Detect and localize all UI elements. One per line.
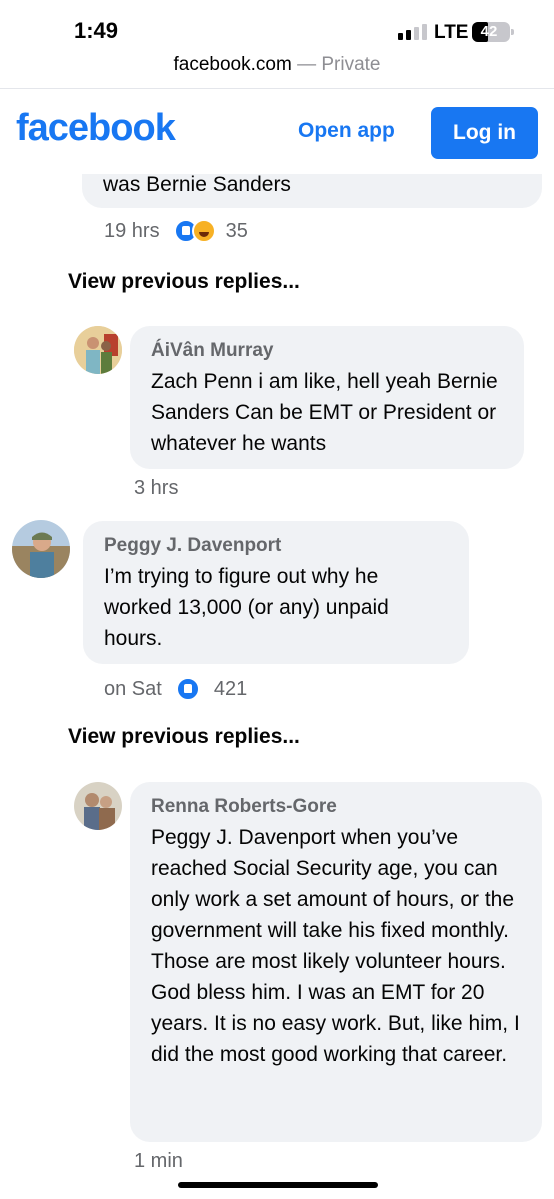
- comment-thread: was Bernie Sanders 19 hrs 35 View previo…: [0, 174, 554, 1199]
- reaction-count[interactable]: 421: [214, 678, 247, 701]
- avatar[interactable]: [74, 782, 122, 830]
- comment-meta: 1 min: [134, 1150, 183, 1173]
- like-reaction-icon: [175, 677, 200, 701]
- comment-text: I’m trying to figure out why he worked 1…: [104, 565, 389, 650]
- comment-meta: on Sat 421: [104, 677, 247, 701]
- cell-signal-icon: [398, 24, 427, 40]
- comment-meta: 19 hrs 35: [104, 219, 248, 243]
- url-host: facebook.com: [173, 54, 292, 75]
- network-type: LTE: [434, 22, 469, 43]
- reaction-icons[interactable]: [173, 219, 216, 243]
- reaction-icons[interactable]: [175, 677, 200, 701]
- avatar[interactable]: [12, 520, 70, 578]
- login-button[interactable]: Log in: [431, 107, 538, 159]
- status-time: 1:49: [74, 18, 119, 43]
- comment-bubble: was Bernie Sanders: [82, 174, 542, 208]
- status-bar: 1:49 LTE 42: [0, 0, 554, 56]
- view-previous-replies-link[interactable]: View previous replies...: [68, 270, 300, 294]
- comment-time[interactable]: on Sat: [104, 678, 162, 701]
- comment-bubble: ÁiVân Murray Zach Penn i am like, hell y…: [130, 326, 524, 469]
- battery-icon: 42: [472, 22, 514, 42]
- facebook-header: facebook Open app Log in: [0, 88, 554, 174]
- comment-time[interactable]: 3 hrs: [134, 477, 178, 500]
- battery-level: 42: [480, 23, 498, 40]
- view-previous-replies-link[interactable]: View previous replies...: [68, 725, 300, 749]
- comment-time[interactable]: 1 min: [134, 1150, 183, 1173]
- open-app-link[interactable]: Open app: [298, 119, 395, 143]
- comment-author[interactable]: ÁiVân Murray: [151, 340, 503, 362]
- browser-url-bar[interactable]: facebook.com — Private: [0, 54, 554, 76]
- facebook-logo[interactable]: facebook: [16, 107, 176, 150]
- comment-meta: 3 hrs: [134, 477, 178, 500]
- avatar[interactable]: [74, 326, 122, 374]
- comment-author[interactable]: Peggy J. Davenport: [104, 535, 448, 557]
- reaction-count[interactable]: 35: [226, 220, 248, 243]
- home-indicator[interactable]: [178, 1182, 378, 1188]
- comment-bubble: Renna Roberts-Gore Peggy J. Davenport wh…: [130, 782, 542, 1142]
- comment-time[interactable]: 19 hrs: [104, 220, 160, 243]
- comment-text: Zach Penn i am like, hell yeah Bernie Sa…: [151, 370, 498, 455]
- private-mode-label: — Private: [291, 54, 381, 75]
- comment-bubble: Peggy J. Davenport I’m trying to figure …: [83, 521, 469, 664]
- comment-author[interactable]: Renna Roberts-Gore: [151, 796, 521, 818]
- comment-text: Peggy J. Davenport when you’ve reached S…: [151, 826, 520, 1066]
- haha-reaction-icon: [191, 219, 216, 243]
- comment-text: was Bernie Sanders: [103, 174, 291, 196]
